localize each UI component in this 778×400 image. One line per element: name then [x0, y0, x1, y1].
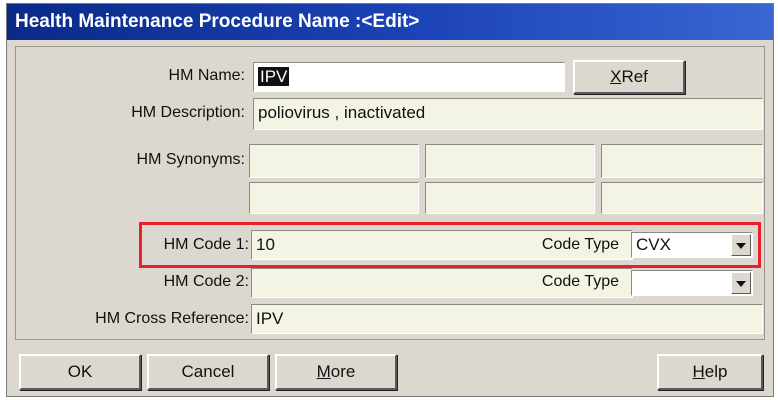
help-label-rest: elp — [704, 362, 728, 381]
edit-dialog: Health Maintenance Procedure Name :<Edit… — [6, 3, 774, 397]
hm-description-label: HM Description: — [131, 104, 245, 121]
more-label-rest: ore — [330, 362, 356, 381]
chevron-down-icon[interactable] — [731, 272, 751, 294]
hm-synonyms-label: HM Synonyms: — [136, 151, 245, 168]
window-title: Health Maintenance Procedure Name :<Edit… — [7, 4, 773, 40]
hm-cross-reference-input[interactable]: IPV — [251, 304, 763, 334]
help-mnemonic: H — [692, 362, 705, 381]
hm-description-input[interactable]: poliovirus , inactivated — [253, 98, 763, 130]
hm-name-label: HM Name: — [168, 67, 245, 84]
xref-mnemonic: X — [610, 67, 622, 86]
hm-synonym-field-5[interactable] — [425, 182, 595, 214]
code-type-2-label: Code Type — [541, 273, 619, 290]
xref-button[interactable]: XRef — [573, 60, 685, 94]
hm-synonym-field-3[interactable] — [601, 144, 763, 178]
xref-label-rest: Ref — [621, 67, 648, 86]
highlight-box — [139, 222, 761, 268]
more-button[interactable]: More — [275, 354, 397, 390]
hm-name-input[interactable]: IPV — [253, 62, 565, 92]
hm-synonym-field-1[interactable] — [249, 144, 419, 178]
hm-synonym-field-4[interactable] — [249, 182, 419, 214]
code-type-2-select[interactable] — [631, 270, 753, 296]
cancel-button[interactable]: Cancel — [147, 354, 269, 390]
hm-synonym-field-2[interactable] — [425, 144, 595, 178]
more-mnemonic: M — [316, 362, 331, 381]
hm-cross-reference-label: HM Cross Reference: — [95, 310, 249, 327]
hm-code-2-label: HM Code 2: — [163, 273, 249, 290]
ok-button[interactable]: OK — [19, 354, 141, 390]
help-button[interactable]: Help — [657, 354, 763, 390]
hm-name-value: IPV — [258, 67, 290, 86]
hm-synonym-field-6[interactable] — [601, 182, 763, 214]
